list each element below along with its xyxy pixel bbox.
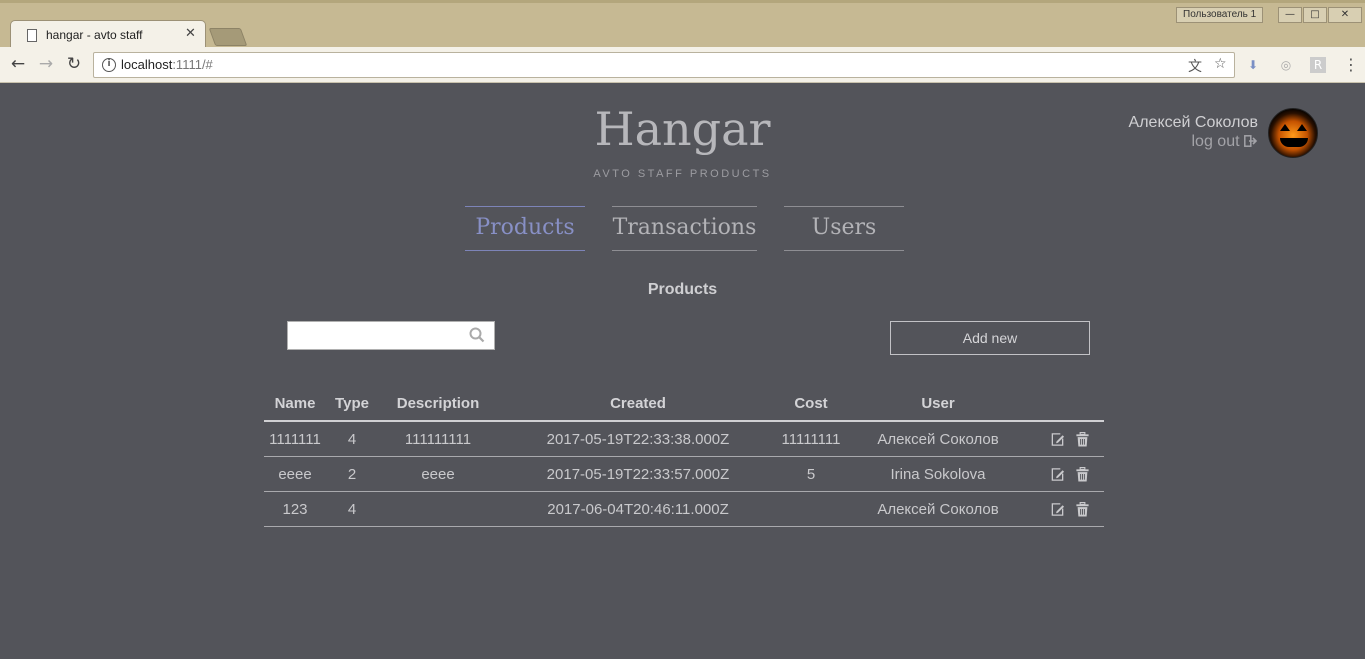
info-icon[interactable]: i: [102, 58, 116, 72]
trash-icon[interactable]: [1075, 432, 1090, 447]
maximize-button[interactable]: □: [1303, 7, 1327, 23]
edit-icon[interactable]: [1050, 467, 1065, 482]
browser-titlebar: Пользователь 1 — □ ✕ hangar - avto staff…: [0, 0, 1365, 50]
column-header-created[interactable]: Created: [504, 387, 772, 422]
tab-title: hangar - avto staff: [46, 28, 143, 42]
cell-type: 4: [347, 431, 357, 448]
cell-user: Алексей Соколов: [877, 431, 999, 448]
products-table: Name Type Description Created Cost User …: [264, 387, 1104, 527]
table-header: Name Type Description Created Cost User: [264, 387, 1104, 422]
edit-icon[interactable]: [1050, 432, 1065, 447]
cell-user: Алексей Соколов: [877, 501, 999, 518]
cell-cost: [774, 492, 848, 527]
tab-products[interactable]: Products: [465, 206, 585, 251]
brand-subtitle: AVTO STAFF PRODUCTS: [593, 168, 772, 180]
profile-badge[interactable]: Пользователь 1: [1176, 7, 1264, 23]
cell-user: Irina Sokolova: [890, 466, 986, 483]
menu-icon[interactable]: ⋮: [1343, 57, 1359, 73]
search-box: [287, 321, 495, 350]
user-name: Алексей Соколов: [1128, 114, 1258, 131]
cell-created: 2017-06-04T20:46:11.000Z: [547, 501, 729, 518]
cell-name: 123: [282, 501, 308, 518]
download-icon[interactable]: ⬇: [1245, 57, 1261, 73]
cell-name: 1111111: [269, 431, 321, 448]
reload-icon[interactable]: ↻: [63, 53, 85, 75]
url-host: localhost: [121, 57, 173, 72]
cell-cost: 5: [806, 466, 816, 483]
translate-icon[interactable]: 文: [1188, 56, 1202, 76]
browser-toolbar: ← → ↻ i localhost:1111/# 文 ☆ ⬇ ◎ R ⋮: [0, 47, 1365, 83]
table-row: 1111111 4 111111111 2017-05-19T22:33:38.…: [264, 422, 1104, 457]
cell-created: 2017-05-19T22:33:38.000Z: [546, 431, 730, 448]
url-path: :1111/#: [172, 57, 213, 72]
tab-users[interactable]: Users: [784, 206, 904, 251]
extension-icon[interactable]: R: [1310, 57, 1326, 73]
column-header-type[interactable]: Type: [330, 387, 374, 422]
avatar: [1268, 108, 1318, 158]
url-text[interactable]: localhost:1111/#: [121, 57, 213, 72]
extension-icon[interactable]: ◎: [1278, 57, 1294, 73]
cell-name: eeee: [278, 466, 312, 483]
cell-type: 2: [347, 466, 357, 483]
browser-tab[interactable]: hangar - avto staff ✕: [10, 20, 206, 50]
table-row: eeee 2 eeee 2017-05-19T22:33:57.000Z 5 I…: [264, 457, 1104, 492]
back-icon[interactable]: ←: [7, 53, 29, 75]
column-header-name[interactable]: Name: [264, 387, 326, 422]
new-tab-button[interactable]: [208, 28, 248, 46]
cell-type: 4: [347, 501, 357, 518]
logout-label: log out: [1191, 133, 1240, 150]
page-icon: [27, 29, 37, 42]
address-bar[interactable]: i localhost:1111/# 文 ☆: [93, 52, 1235, 78]
column-header-user[interactable]: User: [858, 387, 1018, 422]
column-header-cost[interactable]: Cost: [774, 387, 848, 422]
sign-out-icon: [1244, 135, 1258, 147]
cell-created: 2017-05-19T22:33:57.000Z: [546, 466, 730, 483]
tab-close-icon[interactable]: ✕: [185, 26, 196, 41]
forward-icon[interactable]: →: [35, 53, 57, 75]
cell-description: 111111111: [404, 431, 472, 448]
trash-icon[interactable]: [1075, 502, 1090, 517]
star-icon[interactable]: ☆: [1214, 56, 1227, 72]
add-new-button[interactable]: Add new: [890, 321, 1090, 355]
edit-icon[interactable]: [1050, 502, 1065, 517]
cell-description: eeee: [421, 466, 455, 483]
table-row: 123 4 2017-06-04T20:46:11.000Z Алексей С…: [264, 492, 1104, 527]
search-icon[interactable]: [469, 327, 485, 343]
column-header-description[interactable]: Description: [382, 387, 494, 422]
minimize-button[interactable]: —: [1278, 7, 1302, 23]
close-window-button[interactable]: ✕: [1328, 7, 1362, 23]
search-input[interactable]: [288, 322, 463, 349]
tab-transactions[interactable]: Transactions: [612, 206, 757, 251]
app-root: Hangar AVTO STAFF PRODUCTS Алексей Сокол…: [0, 84, 1365, 659]
logout-link[interactable]: log out: [1090, 133, 1258, 151]
cell-cost: 11111111: [781, 431, 841, 448]
cell-description: [382, 492, 494, 527]
section-title: Products: [647, 281, 718, 298]
trash-icon[interactable]: [1075, 467, 1090, 482]
